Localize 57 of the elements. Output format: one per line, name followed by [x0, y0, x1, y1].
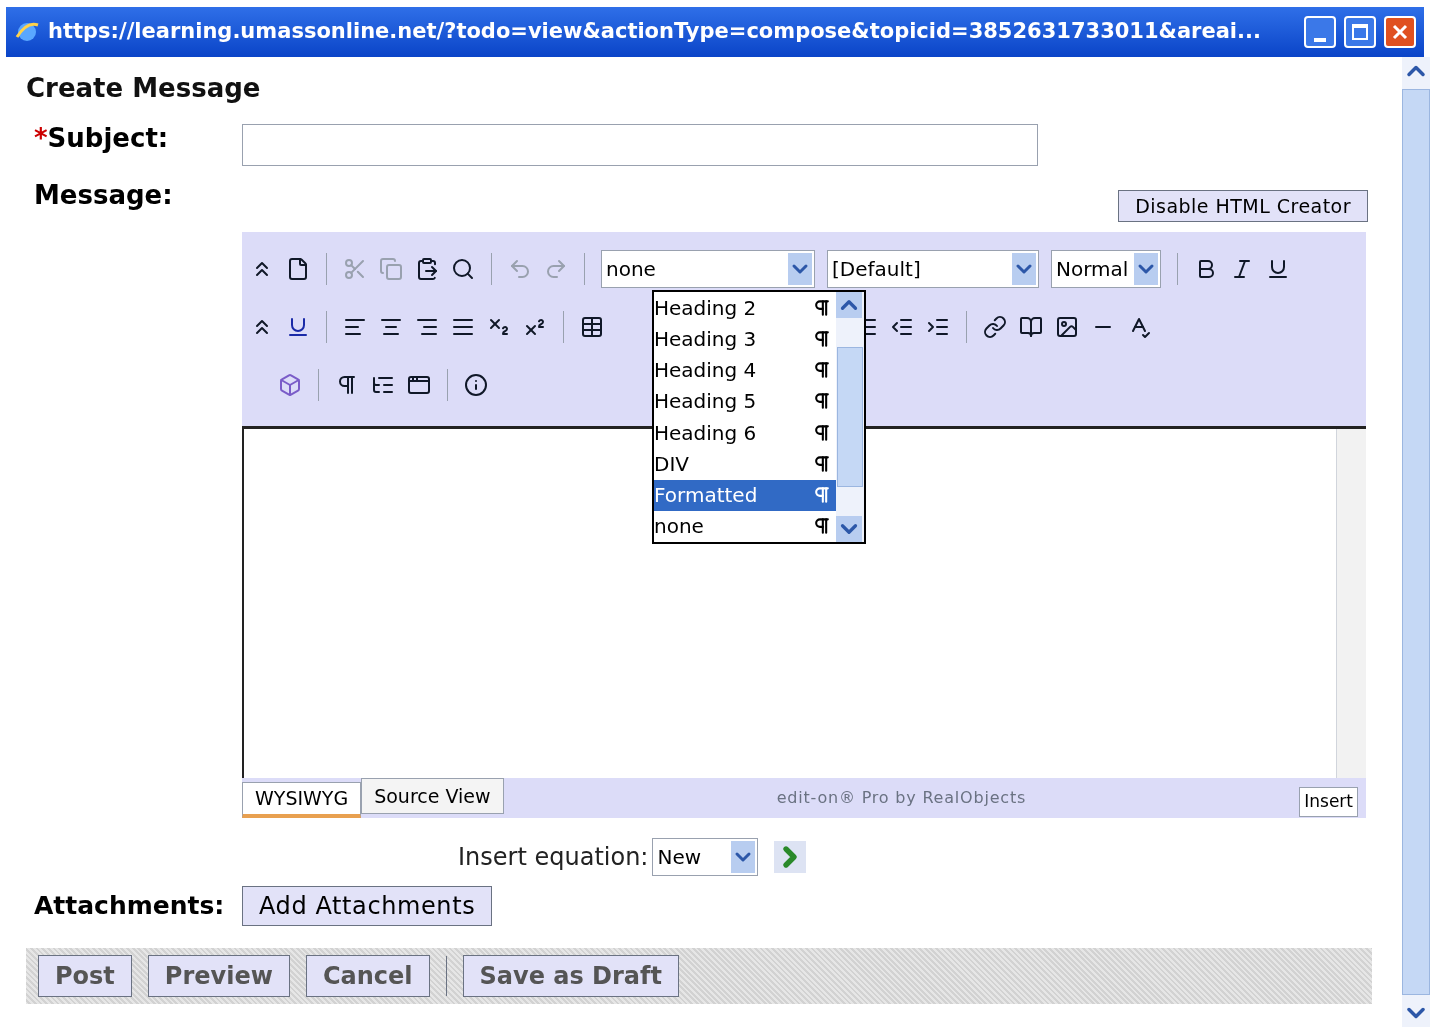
editor-area[interactable]: [242, 426, 1366, 778]
dropdown-option[interactable]: none: [654, 510, 836, 542]
credit-text: edit-on® Pro by RealObjects: [775, 787, 1028, 809]
new-document-icon[interactable]: [286, 257, 310, 281]
dropdown-option[interactable]: Heading 5: [654, 385, 836, 417]
paragraph-mark-icon: [812, 485, 832, 506]
minimize-button[interactable]: [1304, 16, 1336, 48]
dropdown-option[interactable]: Heading 2: [654, 292, 836, 324]
page-heading: Create Message: [26, 72, 262, 105]
info-icon[interactable]: [464, 373, 488, 397]
scroll-down-icon[interactable]: [836, 516, 862, 542]
paragraph-mark-icon: [812, 453, 832, 474]
cube-icon[interactable]: [278, 373, 302, 397]
disable-html-button[interactable]: Disable HTML Creator: [1118, 190, 1368, 222]
table-icon[interactable]: [580, 315, 604, 339]
editor-tab[interactable]: WYSIWYG: [242, 782, 362, 818]
dropdown-option[interactable]: Formatted: [654, 479, 836, 511]
subject-field[interactable]: [242, 124, 1038, 166]
add-attachments-button[interactable]: Add Attachments: [242, 886, 493, 926]
go-icon[interactable]: [774, 841, 807, 873]
dropdown-option[interactable]: DIV: [654, 448, 836, 480]
dropdown-option[interactable]: Heading 3: [654, 323, 836, 355]
link-icon[interactable]: [983, 315, 1007, 339]
paragraph-mark-icon: [812, 297, 832, 318]
window-title: https://learning.umassonline.net/?todo=view&actionType=compose&topicid=3852631733011&areai...: [48, 18, 1262, 46]
window-icon[interactable]: [407, 373, 431, 397]
close-icon: [1391, 23, 1409, 41]
paragraph-mark-icon: [812, 360, 832, 381]
paragraph-mark-icon: [812, 422, 832, 443]
paragraph-mark-icon: [812, 328, 832, 349]
equation-select[interactable]: New: [652, 838, 759, 876]
bookmark-icon[interactable]: [1019, 315, 1043, 339]
action-button[interactable]: Post: [38, 955, 132, 997]
message-label: Message:: [33, 179, 173, 212]
scroll-up-icon[interactable]: [836, 292, 862, 318]
font-select[interactable]: [Default]: [827, 250, 1039, 288]
underline-icon[interactable]: [1266, 257, 1290, 281]
action-button[interactable]: Save as Draft: [462, 955, 679, 997]
paragraph-mark-icon: [812, 391, 832, 412]
scroll-thumb[interactable]: [837, 347, 863, 487]
close-button[interactable]: [1384, 16, 1416, 48]
action-button[interactable]: Preview: [147, 955, 290, 997]
size-select[interactable]: Normal: [1051, 250, 1161, 288]
editor-tab[interactable]: Source View: [361, 778, 504, 814]
image-icon[interactable]: [1055, 315, 1079, 339]
action-button[interactable]: Cancel: [305, 955, 430, 997]
paragraph-select[interactable]: none: [601, 250, 815, 288]
maximize-button[interactable]: [1344, 16, 1376, 48]
dropdown-option[interactable]: Heading 4: [654, 354, 836, 386]
search-icon[interactable]: [451, 257, 475, 281]
dropdown-option[interactable]: Heading 6: [654, 417, 836, 449]
equation-label: Insert equation:: [458, 842, 649, 873]
paste-icon[interactable]: [415, 257, 439, 281]
paragraph-mark-icon: [812, 516, 832, 537]
label: *Subject:: [34, 122, 169, 153]
attachments-label: Attachments:: [33, 890, 226, 923]
insert-button[interactable]: Insert: [1299, 787, 1358, 817]
